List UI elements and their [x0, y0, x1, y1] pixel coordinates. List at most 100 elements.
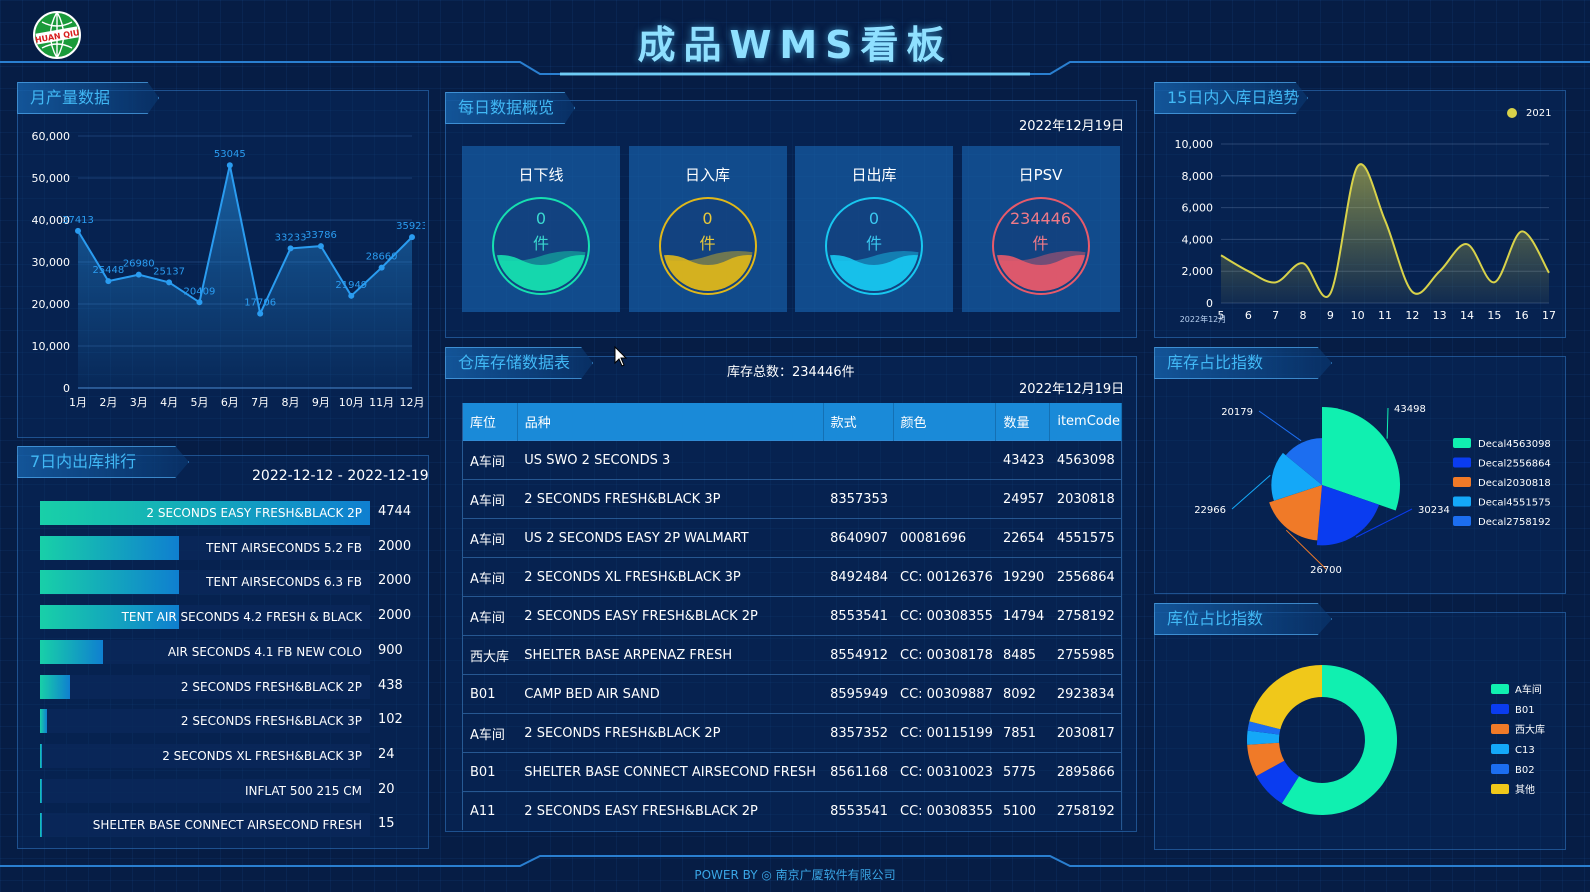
x-tick-label: 6月	[221, 396, 239, 409]
column-header[interactable]: 颜色	[893, 403, 997, 441]
table-cell: CC: 00309887	[893, 674, 996, 714]
ranking-bar	[40, 639, 103, 664]
legend-marker	[1507, 108, 1517, 118]
ranking-bar	[40, 709, 48, 734]
card-unit: 件	[865, 234, 882, 253]
table-cell: 19290	[995, 557, 1050, 597]
y-tick-label: 8,000	[1182, 170, 1214, 183]
pie-value-label: 26700	[1310, 565, 1342, 576]
table-row[interactable]: B01 CAMP BED AIR SAND 8595949 CC: 00309887 8…	[462, 674, 1122, 714]
data-label: 37413	[62, 215, 94, 226]
data-label: 53045	[214, 149, 246, 160]
x-tick-label: 17	[1542, 309, 1556, 322]
x-tick-label: 5月	[190, 396, 208, 409]
table-cell: 8561168	[823, 752, 894, 792]
data-point	[317, 243, 324, 250]
table-row[interactable]: A车间 2 SECONDS FRESH&BLACK 3P 8357353 24957 2…	[462, 479, 1122, 519]
pie-value-label: 30234	[1418, 505, 1450, 516]
card-title: 日入库	[684, 166, 730, 184]
daily-card: 日入库 0 件	[628, 146, 787, 312]
x-tick-label: 6	[1245, 309, 1252, 322]
y-tick-label: 20,000	[32, 298, 71, 311]
table-cell: 14794	[995, 596, 1050, 636]
table-cell: 7851	[995, 713, 1050, 753]
column-header[interactable]: 品种	[517, 403, 824, 441]
data-point	[348, 292, 355, 299]
ranking-row: 2 SECONDS FRESH&BLACK 2P 438	[40, 674, 420, 699]
table-cell: A车间	[462, 713, 518, 753]
ranking-panel-title: 7日内出库排行	[17, 446, 189, 478]
table-row[interactable]: 西大库 SHELTER BASE ARPENAZ FRESH 8554912 CC: …	[462, 635, 1122, 675]
legend-label: Decal2030818	[1478, 478, 1551, 489]
data-label: 21949	[335, 280, 367, 291]
card-title: 日PSV	[1018, 166, 1063, 184]
inventory-panel-title: 仓库存储数据表	[445, 347, 593, 379]
ranking-label: 2 SECONDS XL FRESH&BLACK 3P	[162, 748, 362, 763]
table-cell: 2030817	[1049, 713, 1122, 753]
table-row[interactable]: A车间 2 SECONDS XL FRESH&BLACK 3P 8492484 CC:…	[462, 557, 1122, 597]
data-label: 35923	[396, 221, 425, 232]
table-cell: 8092	[995, 674, 1050, 714]
table-row[interactable]: A车间 2 SECONDS FRESH&BLACK 2P 8357352 CC: 00…	[462, 713, 1122, 753]
legend-swatch	[1453, 457, 1471, 468]
ranking-row: TENT AIR SECONDS 4.2 FRESH & BLACK 2000	[40, 605, 420, 630]
mouse-cursor-icon	[614, 346, 628, 367]
ranking-row: SHELTER BASE CONNECT AIRSECOND FRESH 15	[40, 813, 420, 838]
column-header[interactable]: 库位	[462, 403, 518, 441]
table-cell: 8357352	[823, 713, 894, 753]
table-cell: CC: 00308178	[893, 635, 996, 675]
card-title: 日出库	[851, 166, 897, 184]
table-cell: 8554912	[823, 635, 894, 675]
column-header[interactable]: 数量	[995, 403, 1051, 441]
legend-swatch	[1453, 516, 1471, 526]
table-cell: CC: 00308355	[893, 791, 996, 830]
ranking-label: 2 SECONDS EASY FRESH&BLACK 2P	[146, 506, 362, 520]
column-header[interactable]: 款式	[823, 403, 894, 441]
card-title: 日下线	[518, 166, 564, 184]
ranking-label: 2 SECONDS FRESH&BLACK 3P	[180, 714, 362, 729]
data-label: 33786	[305, 230, 337, 241]
table-cell: 8492484	[823, 557, 894, 597]
data-point	[105, 278, 112, 285]
table-row[interactable]: B01 SHELTER BASE CONNECT AIRSECOND FRESH 8…	[462, 752, 1122, 792]
ranking-value: 102	[378, 712, 403, 728]
card-value: 0	[535, 209, 547, 228]
ranking-label: TENT AIRSECONDS 5.2 FB	[206, 540, 362, 555]
x-tick-label: 9月	[312, 396, 330, 409]
data-label: 28660	[366, 252, 398, 263]
ranking-row: TENT AIRSECONDS 5.2 FB 2000	[40, 535, 420, 560]
legend-label: C13	[1515, 745, 1535, 756]
table-cell: 2 SECONDS FRESH&BLACK 3P	[517, 479, 824, 519]
inventory-table: 库位 品种 款式 颜色 数量 itemCode A车间 US SWO 2 SECO…	[462, 403, 1122, 830]
table-cell: US SWO 2 SECONDS 3	[517, 440, 824, 480]
table-row[interactable]: A车间 US SWO 2 SECONDS 3 43423 4563098	[462, 440, 1122, 480]
pie-value-label: 22966	[1194, 505, 1226, 516]
ranking-label: INFLAT 500 215 CM	[245, 783, 362, 798]
y-tick-label: 30,000	[32, 256, 71, 269]
table-cell: 8485	[995, 635, 1050, 675]
ranking-row: 2 SECONDS FRESH&BLACK 3P 102	[40, 709, 420, 734]
y-tick-label: 0	[1206, 297, 1213, 310]
table-cell	[823, 440, 894, 480]
table-row[interactable]: A车间 2 SECONDS EASY FRESH&BLACK 2P 8553541 C…	[462, 596, 1122, 636]
x-tick-label: 2月	[99, 396, 117, 409]
legend-label: 其他	[1515, 783, 1535, 796]
legend-swatch	[1491, 724, 1509, 734]
data-label: 17706	[244, 298, 276, 309]
ranking-date-range: 2022-12-12 - 2022-12-19	[252, 468, 429, 484]
legend-label: Decal2556864	[1478, 459, 1551, 470]
table-cell: 8553541	[823, 596, 894, 636]
table-cell: B01	[462, 674, 518, 714]
monthly-chart: 010,00020,00030,00040,00050,00060,000374…	[32, 130, 426, 409]
table-row[interactable]: A11 2 SECONDS EASY FRESH&BLACK 2P 8553541 C…	[462, 791, 1122, 830]
table-row[interactable]: A车间 US 2 SECONDS EASY 2P WALMART 8640907 00…	[462, 518, 1122, 558]
column-header[interactable]: itemCode	[1049, 403, 1122, 441]
legend-swatch	[1453, 496, 1471, 507]
ranking-value: 900	[378, 642, 403, 658]
x-tick-label: 12月	[400, 396, 425, 409]
y-tick-label: 10,000	[32, 340, 71, 353]
card-value: 234446	[1009, 209, 1072, 228]
legend-label: Decal4551575	[1478, 498, 1551, 509]
x-tick-label: 16	[1515, 309, 1529, 322]
data-label: 33233	[275, 232, 307, 243]
